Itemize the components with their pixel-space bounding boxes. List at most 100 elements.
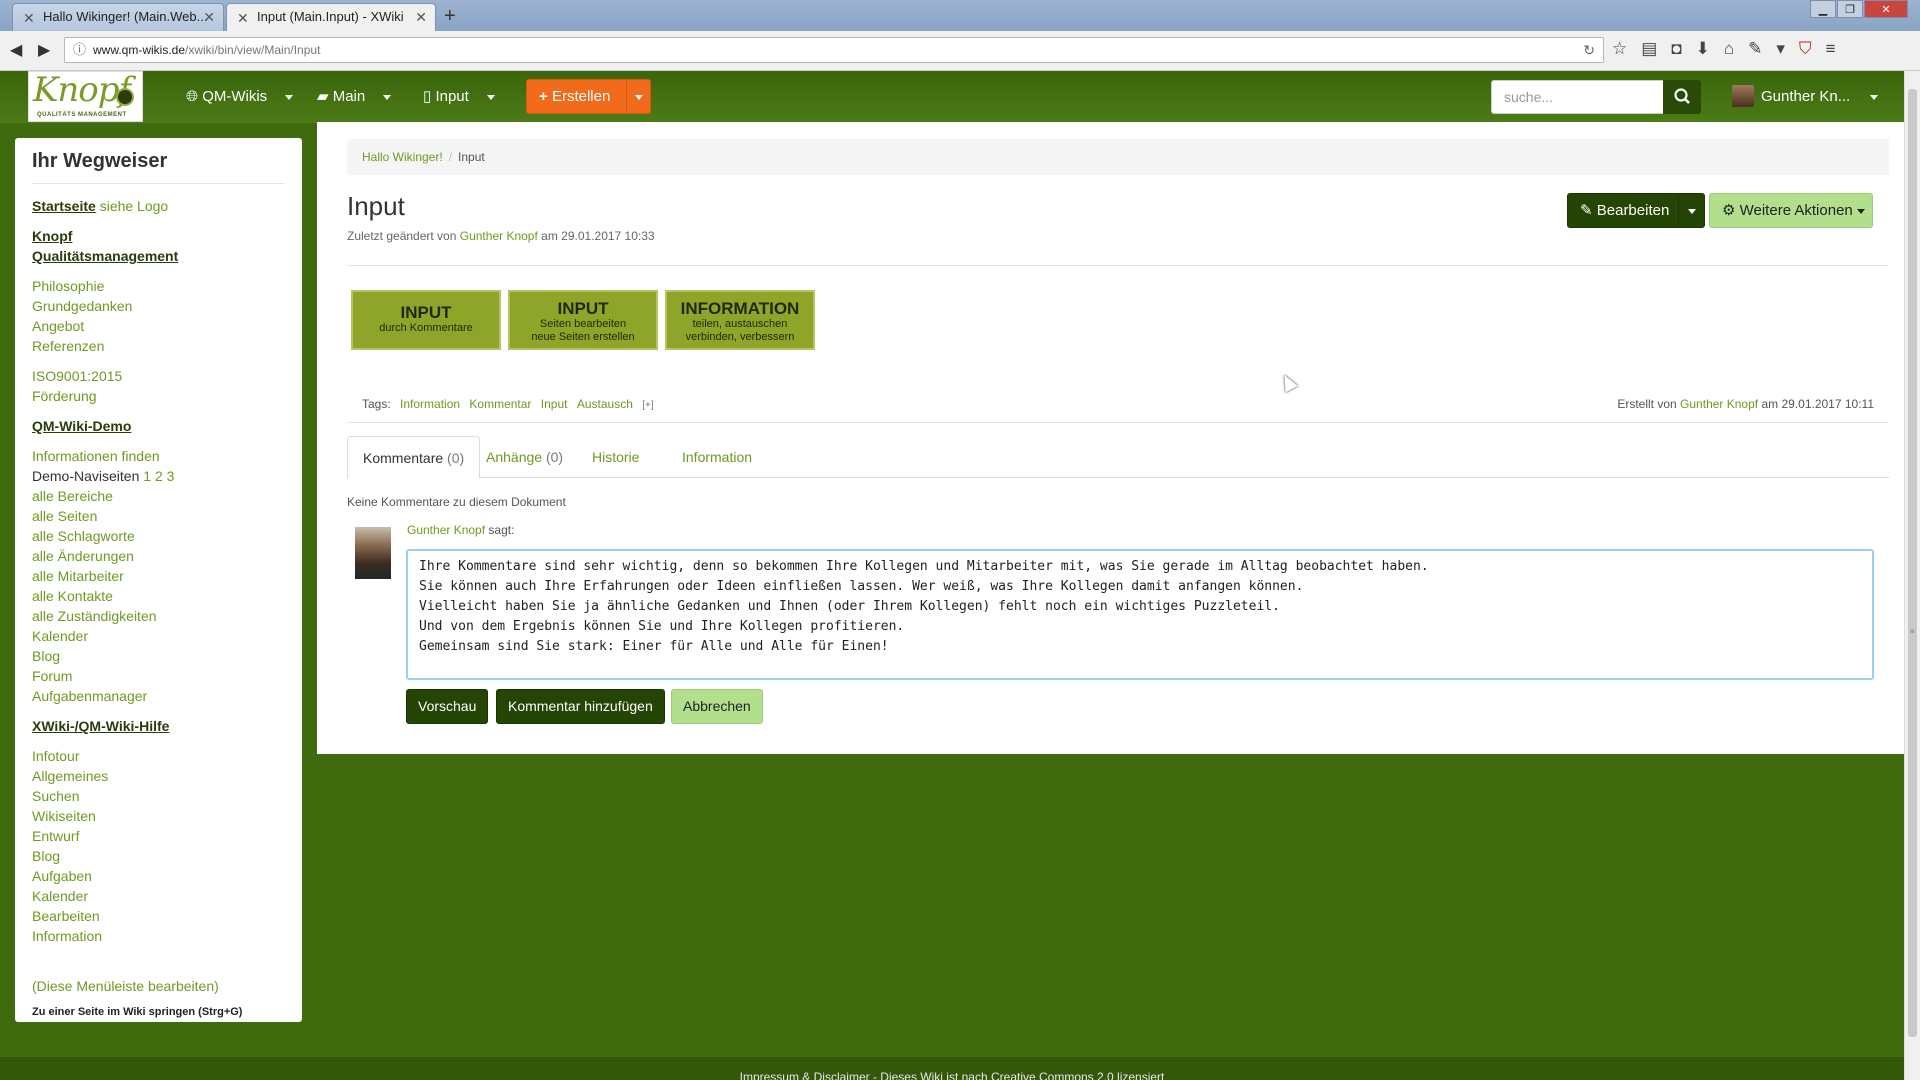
sidebar-item[interactable]: alle Änderungen <box>32 546 285 566</box>
breadcrumb-link[interactable]: Hallo Wikinger! <box>362 150 443 164</box>
sidebar-item[interactable]: alle Bereiche <box>32 486 285 506</box>
comment-textarea[interactable]: Ihre Kommentare sind sehr wichtig, denn … <box>406 549 1874 680</box>
sidebar-heading-demo[interactable]: QM-Wiki-Demo <box>32 416 285 436</box>
footer-text[interactable]: Impressum & Disclaimer - Dieses Wiki ist… <box>0 1070 1904 1080</box>
hamburger-menu-icon[interactable]: ≡ <box>1826 39 1836 59</box>
chevron-down-icon[interactable]: ▾ <box>1776 39 1785 59</box>
menu-qm-wikis[interactable]: 🌐︎ QM-Wikis <box>186 71 294 123</box>
demo-navi-page-link[interactable]: 1 <box>143 468 151 484</box>
sidebar-item[interactable]: alle Seiten <box>32 506 285 526</box>
sidebar-item[interactable]: Kalender <box>32 886 285 906</box>
sidebar-item[interactable]: Blog <box>32 846 285 866</box>
sidebar-item[interactable]: Förderung <box>32 386 285 406</box>
sidebar-item[interactable]: Grundgedanken <box>32 296 285 316</box>
user-avatar[interactable] <box>1732 85 1754 107</box>
close-icon[interactable]: ✕ <box>415 4 427 30</box>
sidebar-item[interactable]: Blog <box>32 646 285 666</box>
sidebar-item[interactable]: Angebot <box>32 316 285 336</box>
demo-navi-page-link[interactable]: 2 <box>155 468 163 484</box>
window-close-icon[interactable]: ✕ <box>1864 0 1908 18</box>
sidebar-item[interactable]: Suchen <box>32 786 285 806</box>
tab-comments[interactable]: Kommentare (0) <box>347 436 481 479</box>
caret-down-icon[interactable] <box>486 94 495 100</box>
edit-menu-link[interactable]: (Diese Menüleiste bearbeiten) <box>32 976 285 996</box>
star-icon[interactable]: ☆ <box>1612 39 1627 59</box>
sidebar-item[interactable]: Wikiseiten <box>32 806 285 826</box>
comment-author-link[interactable]: Gunther Knopf <box>407 523 485 537</box>
sidebar-item[interactable]: alle Kontakte <box>32 586 285 606</box>
create-dropdown-toggle[interactable] <box>626 80 650 113</box>
reload-icon[interactable]: ↻ <box>1583 38 1595 62</box>
sidebar-start-hint[interactable]: siehe Logo <box>100 198 169 214</box>
vertical-scrollbar[interactable]: ≡ <box>1904 71 1920 1080</box>
caret-down-icon[interactable] <box>383 94 392 100</box>
sidebar-item[interactable]: Information <box>32 926 285 946</box>
sidebar-item[interactable]: Referenzen <box>32 336 285 356</box>
sidebar-item[interactable]: Aufgaben <box>32 866 285 886</box>
sidebar-item[interactable]: Forum <box>32 666 285 686</box>
demo-navi-page-link[interactable]: 3 <box>167 468 175 484</box>
new-tab-button[interactable]: + <box>444 3 456 29</box>
cancel-button[interactable]: Abbrechen <box>671 689 763 724</box>
close-icon[interactable]: ✕ <box>203 4 215 30</box>
caret-down-icon[interactable] <box>285 94 294 100</box>
scrollbar-thumb[interactable] <box>1908 89 1917 1037</box>
shield-icon[interactable]: ⛉ <box>1799 39 1812 59</box>
tag-link[interactable]: Information <box>400 397 460 411</box>
sidebar-item[interactable]: Entwurf <box>32 826 285 846</box>
caret-down-icon[interactable] <box>1870 94 1879 100</box>
sidebar-item[interactable]: alle Schlagworte <box>32 526 285 546</box>
created-by-link[interactable]: Gunther Knopf <box>1680 397 1758 411</box>
tab-attachments[interactable]: Anhänge (0) <box>471 436 578 479</box>
tag-link[interactable]: Austausch <box>577 397 633 411</box>
user-menu[interactable]: Gunther Kn... <box>1761 71 1879 123</box>
edit-dropdown-toggle[interactable] <box>1678 194 1704 227</box>
modified-by-link[interactable]: Gunther Knopf <box>460 229 538 243</box>
pocket-icon[interactable]: ◘ <box>1671 39 1681 59</box>
tag-link[interactable]: Input <box>541 397 568 411</box>
preview-button[interactable]: Vorschau <box>406 689 489 724</box>
sidebar-link-startseite[interactable]: Startseite <box>32 198 96 214</box>
edit-button[interactable]: ✎ Bearbeiten <box>1567 193 1705 228</box>
home-icon[interactable]: ⌂ <box>1724 39 1734 59</box>
add-tag-button[interactable]: [+] <box>642 400 653 411</box>
forward-arrow-icon[interactable]: ▶ <box>38 40 50 60</box>
back-arrow-icon[interactable]: ◀ <box>10 40 22 60</box>
url-bar[interactable]: ⓘ www.qm-wikis.de/xwiki/bin/view/Main/In… <box>64 37 1604 63</box>
sidebar-item[interactable]: Kalender <box>32 626 285 646</box>
more-actions-button[interactable]: ⚙ Weitere Aktionen <box>1709 193 1873 228</box>
minimize-icon[interactable]: ▁ <box>1810 0 1836 18</box>
browser-tab-hallo[interactable]: ✕ Hallo Wikinger! (Main.Web... ✕ <box>12 3 224 31</box>
create-button[interactable]: + Erstellen <box>526 79 651 114</box>
tab-information[interactable]: Information <box>667 436 767 479</box>
search-input[interactable]: suche... <box>1491 80 1664 114</box>
sidebar-item[interactable]: Infotour <box>32 746 285 766</box>
sidebar-item[interactable]: alle Zuständigkeiten <box>32 606 285 626</box>
tile-input-comments[interactable]: INPUT durch Kommentare <box>351 290 501 350</box>
sidebar-item[interactable]: Bearbeiten <box>32 906 285 926</box>
sidebar-heading-help[interactable]: XWiki-/QM-Wiki-Hilfe <box>32 716 285 736</box>
sidebar-link-qualitaetsmanagement[interactable]: Qualitätsmanagement <box>32 246 285 266</box>
menu-main[interactable]: ▰ Main <box>317 71 392 123</box>
jump-to-page-link[interactable]: Zu einer Seite im Wiki springen (Strg+G) <box>32 1006 285 1018</box>
sidebar-item[interactable]: ISO9001:2015 <box>32 366 285 386</box>
download-icon[interactable]: ⬇ <box>1696 39 1710 59</box>
info-icon[interactable]: ⓘ <box>73 38 86 62</box>
tools-icon[interactable]: ✎ <box>1748 39 1762 59</box>
menu-input[interactable]: ▯ Input <box>423 71 495 123</box>
company-logo[interactable]: Knopf QUALITÄTS MANAGEMENT <box>28 70 143 122</box>
add-comment-button[interactable]: Kommentar hinzufügen <box>496 689 665 724</box>
tab-history[interactable]: Historie <box>577 436 654 479</box>
tile-information[interactable]: INFORMATION teilen, austauschen verbinde… <box>665 290 815 350</box>
sidebar-item[interactable]: Philosophie <box>32 276 285 296</box>
reading-list-icon[interactable]: ▤ <box>1641 39 1657 59</box>
maximize-icon[interactable]: ❐ <box>1837 0 1863 18</box>
tile-input-pages[interactable]: INPUT Seiten bearbeiten neue Seiten erst… <box>508 290 658 350</box>
sidebar-item[interactable]: Allgemeines <box>32 766 285 786</box>
sidebar-item[interactable]: alle Mitarbeiter <box>32 566 285 586</box>
sidebar-link-knopf[interactable]: Knopf <box>32 226 285 246</box>
sidebar-item[interactable]: Aufgabenmanager <box>32 686 285 706</box>
search-button[interactable] <box>1663 80 1701 114</box>
browser-tab-input[interactable]: ✕ Input (Main.Input) - XWiki ✕ <box>226 3 436 31</box>
sidebar-item[interactable]: Informationen finden <box>32 446 285 466</box>
